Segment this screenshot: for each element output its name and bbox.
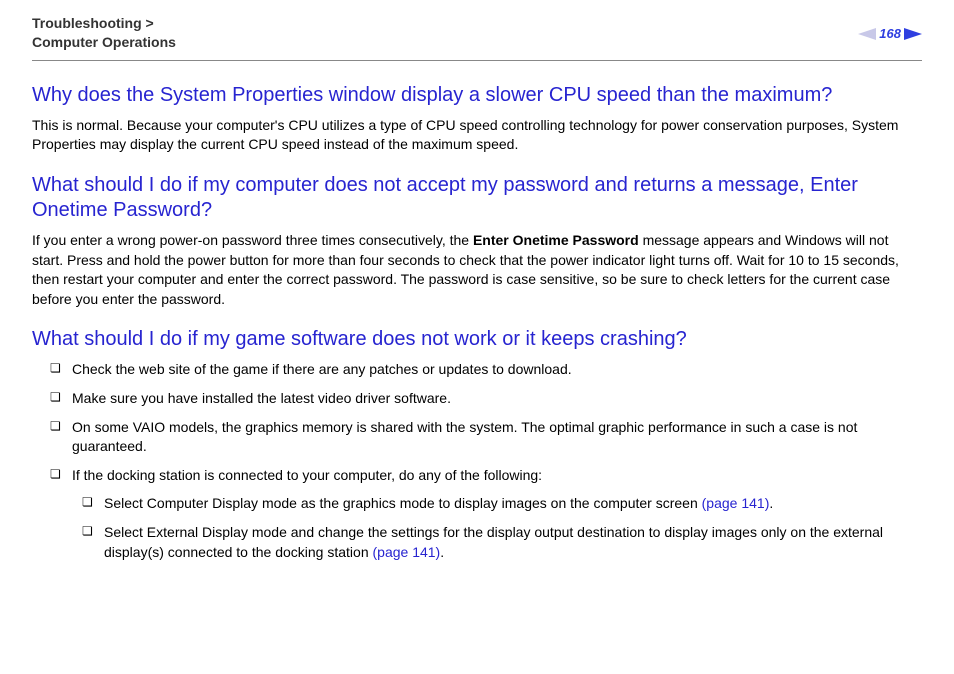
- list-item: If the docking station is connected to y…: [50, 466, 922, 562]
- list-item: Select Computer Display mode as the grap…: [82, 494, 922, 514]
- list-item: Select External Display mode and change …: [82, 523, 922, 562]
- faq-heading-game-crash: What should I do if my game software doe…: [32, 327, 922, 352]
- text-segment: .: [440, 544, 444, 560]
- faq-body-onetime-password: If you enter a wrong power-on password t…: [32, 231, 922, 309]
- breadcrumb-line-1: Troubleshooting >: [32, 15, 154, 31]
- faq-body-cpu-speed: This is normal. Because your computer's …: [32, 116, 922, 155]
- next-page-icon[interactable]: [904, 28, 922, 40]
- page-link-141[interactable]: (page 141): [373, 544, 441, 560]
- page-number: 168: [879, 26, 901, 41]
- page-number-nav: 168: [858, 14, 922, 41]
- page-header: Troubleshooting > Computer Operations 16…: [32, 14, 922, 61]
- faq-bullet-list: Check the web site of the game if there …: [32, 360, 922, 562]
- page-link-141[interactable]: (page 141): [702, 495, 770, 511]
- faq-heading-onetime-password: What should I do if my computer does not…: [32, 173, 922, 223]
- text-segment: Select Computer Display mode as the grap…: [104, 495, 702, 511]
- text-segment: Select External Display mode and change …: [104, 524, 883, 560]
- breadcrumb: Troubleshooting > Computer Operations: [32, 14, 176, 52]
- breadcrumb-line-2: Computer Operations: [32, 34, 176, 50]
- text-segment: .: [769, 495, 773, 511]
- text-segment: If the docking station is connected to y…: [72, 467, 542, 483]
- list-item: Check the web site of the game if there …: [50, 360, 922, 380]
- prev-page-icon[interactable]: [858, 28, 876, 40]
- text-bold-segment: Enter Onetime Password: [473, 232, 639, 248]
- faq-sub-bullet-list: Select Computer Display mode as the grap…: [72, 494, 922, 562]
- faq-heading-cpu-speed: Why does the System Properties window di…: [32, 83, 922, 108]
- list-item: Make sure you have installed the latest …: [50, 389, 922, 409]
- list-item: On some VAIO models, the graphics memory…: [50, 418, 922, 457]
- text-segment: If you enter a wrong power-on password t…: [32, 232, 473, 248]
